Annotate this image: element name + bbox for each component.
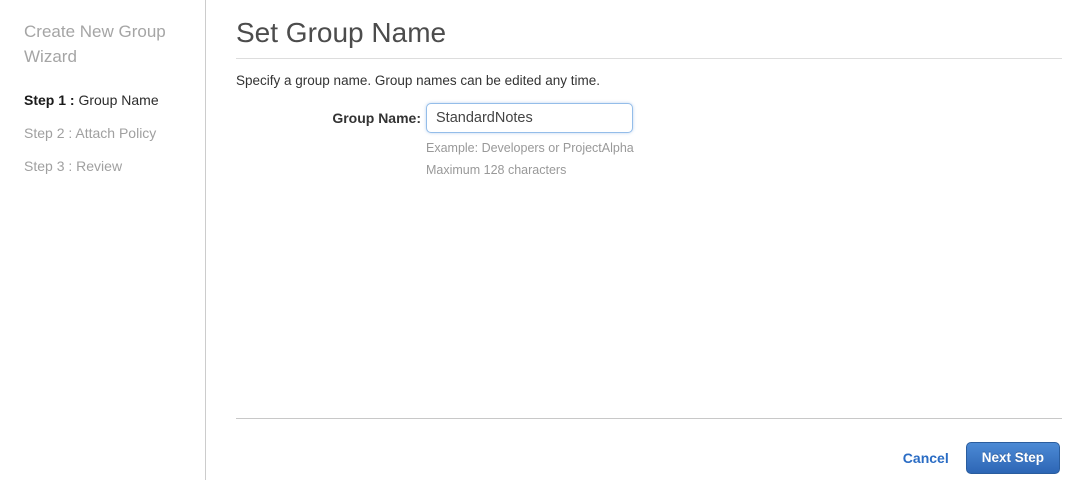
step-prefix: Step 1 :	[24, 92, 75, 108]
step-prefix: Step 2 :	[24, 125, 73, 141]
page-description: Specify a group name. Group names can be…	[236, 73, 600, 88]
page-title: Set Group Name	[236, 17, 1062, 59]
footer-actions: Cancel Next Step	[236, 419, 1062, 480]
step-label: Review	[72, 158, 123, 174]
form-label-column: Group Name:	[236, 103, 421, 178]
next-step-button[interactable]: Next Step	[965, 442, 1060, 474]
step-label: Attach Policy	[72, 125, 157, 141]
sidebar-step-attach-policy: Step 2 : Attach Policy	[24, 126, 185, 140]
group-name-input[interactable]	[426, 103, 633, 133]
create-group-wizard-page: Create New Group Wizard Step 1 : Group N…	[0, 0, 1073, 480]
wizard-title: Create New Group Wizard	[24, 22, 166, 66]
sidebar-step-group-name: Step 1 : Group Name	[24, 93, 185, 107]
wizard-sidebar: Create New Group Wizard Step 1 : Group N…	[0, 0, 206, 480]
wizard-main-panel: Set Group Name Specify a group name. Gro…	[206, 0, 1073, 480]
group-name-example-hint: Example: Developers or ProjectAlpha	[426, 141, 634, 155]
wizard-steps: Step 1 : Group Name Step 2 : Attach Poli…	[24, 93, 185, 173]
step-prefix: Step 3 :	[24, 158, 73, 174]
step-label: Group Name	[74, 92, 159, 108]
group-name-max-hint: Maximum 128 characters	[426, 163, 567, 177]
form-field-column: Example: Developers or ProjectAlpha Maxi…	[421, 103, 634, 178]
sidebar-step-review: Step 3 : Review	[24, 159, 185, 173]
group-name-label: Group Name:	[332, 110, 421, 126]
cancel-button[interactable]: Cancel	[903, 450, 949, 466]
group-name-form-row: Group Name: Example: Developers or Proje…	[236, 103, 1062, 178]
